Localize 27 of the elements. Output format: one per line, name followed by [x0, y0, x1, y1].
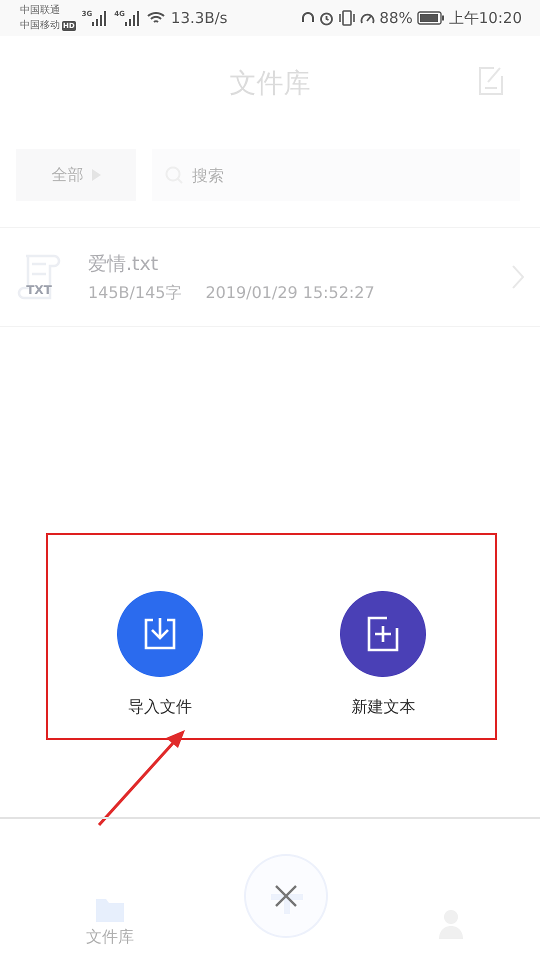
- file-row[interactable]: TXT 爱情.txt 145B/145字 2019/01/29 15:52:27: [0, 227, 540, 327]
- wifi-icon: [146, 11, 165, 25]
- clock-time: 上午10:20: [448, 8, 522, 28]
- speedometer-icon: [360, 10, 376, 26]
- new-text-button[interactable]: 新建文本: [340, 591, 426, 738]
- network-speed: 13.3B/s: [170, 9, 228, 27]
- close-icon: [274, 884, 298, 908]
- vibrate-icon: [338, 10, 356, 26]
- new-file-icon: [365, 614, 402, 654]
- file-name: 爱情.txt: [88, 252, 160, 276]
- category-dropdown[interactable]: 全部: [16, 149, 136, 201]
- signal-icon: [124, 10, 141, 26]
- carrier-name: 中国联通: [20, 4, 61, 18]
- alarm-icon: [319, 10, 334, 26]
- search-field[interactable]: 搜索: [152, 149, 520, 201]
- file-library-tab[interactable]: 文件库: [80, 819, 140, 962]
- battery-percent: 88%: [379, 9, 413, 27]
- edit-icon[interactable]: [478, 66, 504, 96]
- plus-icon: [271, 892, 303, 914]
- import-file-button[interactable]: 导入文件: [116, 591, 203, 738]
- signal-icon: [92, 10, 108, 26]
- carrier-name: 中国移动: [20, 18, 60, 33]
- folder-icon: [95, 897, 125, 923]
- battery-icon: [416, 11, 445, 25]
- headphones-icon: [301, 11, 316, 25]
- file-date: 2019/01/29 15:52:27: [205, 282, 375, 304]
- file-size: 145B/145字: [88, 282, 182, 304]
